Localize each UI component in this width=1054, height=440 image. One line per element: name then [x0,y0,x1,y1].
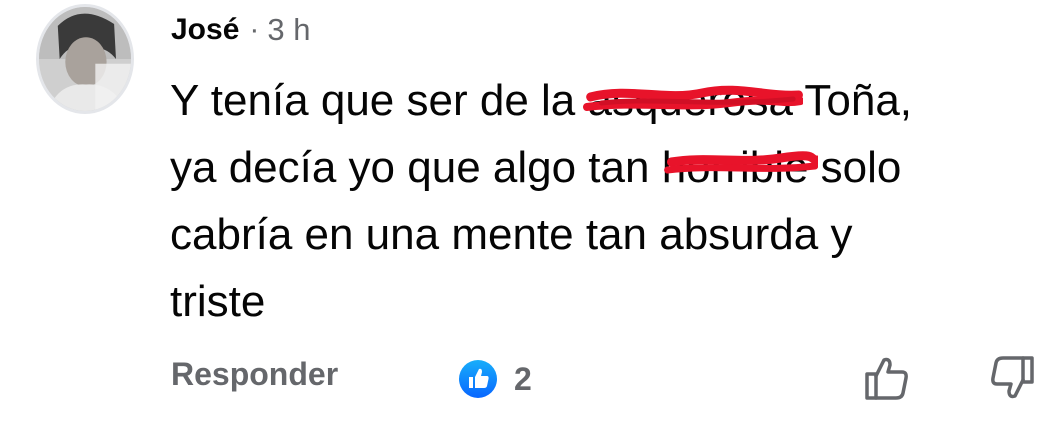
like-reaction-icon [459,360,497,398]
comment-text-segment: solo [808,143,902,192]
scribbled-word-text: horrible [661,143,809,192]
timestamp[interactable]: 3 h [267,12,310,48]
comment-header: José · 3 h [171,10,311,50]
reaction-count: 2 [514,360,532,397]
separator-dot: · [249,13,260,46]
comment-line: cabría en una mente tan absurda y [170,210,853,259]
comment-text-segment: Toña, [792,76,913,125]
scribbled-word: horrible [661,134,819,201]
comment-actions: Responder 2 [0,350,1054,410]
comment-text-segment: Y tenía que ser de la [170,76,588,125]
comment-line: triste [170,277,266,326]
reaction-summary[interactable]: 2 [458,359,532,399]
avatar-photo [39,7,131,111]
thumb-up-icon[interactable] [862,352,914,404]
comment-line: Y tenía que ser de la asquerosa Toña, [170,67,1040,134]
comment-text-segment: ya decía yo que algo tan [170,143,662,192]
scribbled-word: asquerosa [583,67,803,134]
author-name[interactable]: José [171,13,239,47]
avatar[interactable] [36,4,134,114]
thumb-down-icon[interactable] [985,352,1037,404]
scribbled-word-text: asquerosa [587,76,793,125]
comment-line: ya decía yo que algo tan horrible solo [170,134,1040,201]
comment-text: Y tenía que ser de la asquerosa Toña, ya… [170,67,1040,335]
reply-button[interactable]: Responder [171,356,338,393]
